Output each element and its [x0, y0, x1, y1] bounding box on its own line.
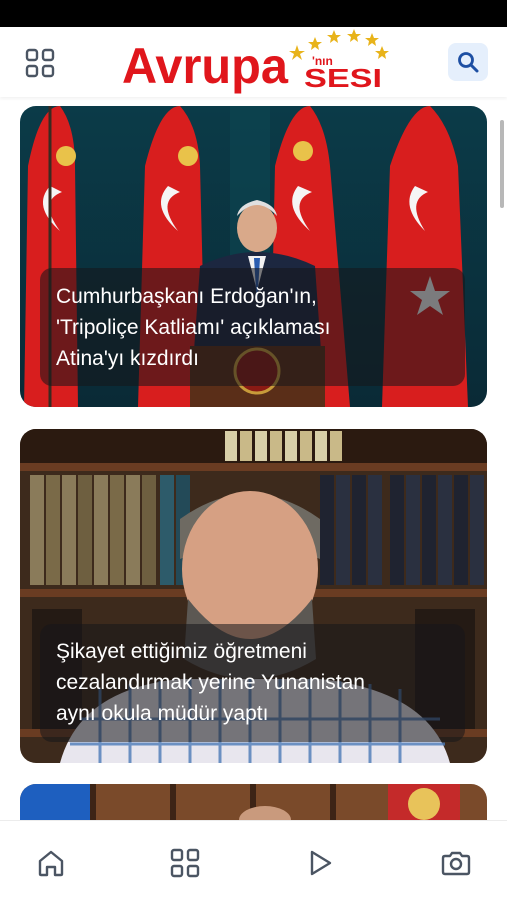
headline-overlay: Şikayet ettiğimiz öğretmeni cezalandırma…: [40, 624, 465, 742]
categories-icon: [170, 848, 200, 878]
logo-sub-text: SESI: [304, 63, 382, 93]
news-card[interactable]: Şikayet ettiğimiz öğretmeni cezalandırma…: [20, 429, 487, 763]
camera-icon: [441, 851, 471, 876]
news-feed[interactable]: Cumhurbaşkanı Erdoğan'ın, 'Tripoliçe Kat…: [0, 97, 507, 820]
search-icon: [458, 52, 479, 73]
bottom-navigation: [0, 820, 507, 900]
app-header: Avrupa 'nın SESI: [0, 27, 507, 97]
headline-line: 'Tripoliçe Katliamı' açıklaması: [56, 316, 331, 339]
headline-line: cezalandırmak yerine Yunanistan: [56, 671, 365, 694]
headline-overlay: Cumhurbaşkanı Erdoğan'ın, 'Tripoliçe Kat…: [40, 268, 465, 386]
headline-line: Şikayet ettiğimiz öğretmeni: [56, 640, 307, 663]
headline-line: Atina'yı kızdırdı: [56, 347, 199, 370]
status-bar: [0, 0, 507, 27]
menu-button[interactable]: [18, 41, 62, 85]
nav-video-button[interactable]: [298, 841, 342, 885]
grid-icon: [25, 48, 55, 78]
nav-gallery-button[interactable]: [434, 841, 478, 885]
home-icon: [38, 850, 64, 877]
news-card[interactable]: Cumhurbaşkanı Erdoğan'ın, 'Tripoliçe Kat…: [20, 106, 487, 407]
logo-main-text: Avrupa: [122, 38, 289, 94]
nav-categories-button[interactable]: [163, 841, 207, 885]
news-card[interactable]: [20, 784, 487, 820]
headline-line: Cumhurbaşkanı Erdoğan'ın,: [56, 285, 317, 308]
nav-home-button[interactable]: [29, 841, 73, 885]
scrollbar[interactable]: [500, 120, 504, 208]
article-image: [20, 784, 487, 820]
video-play-icon: [310, 850, 332, 876]
headline-line: aynı okula müdür yaptı: [56, 702, 269, 725]
search-button[interactable]: [448, 43, 488, 81]
app-logo[interactable]: Avrupa 'nın SESI: [120, 29, 390, 97]
